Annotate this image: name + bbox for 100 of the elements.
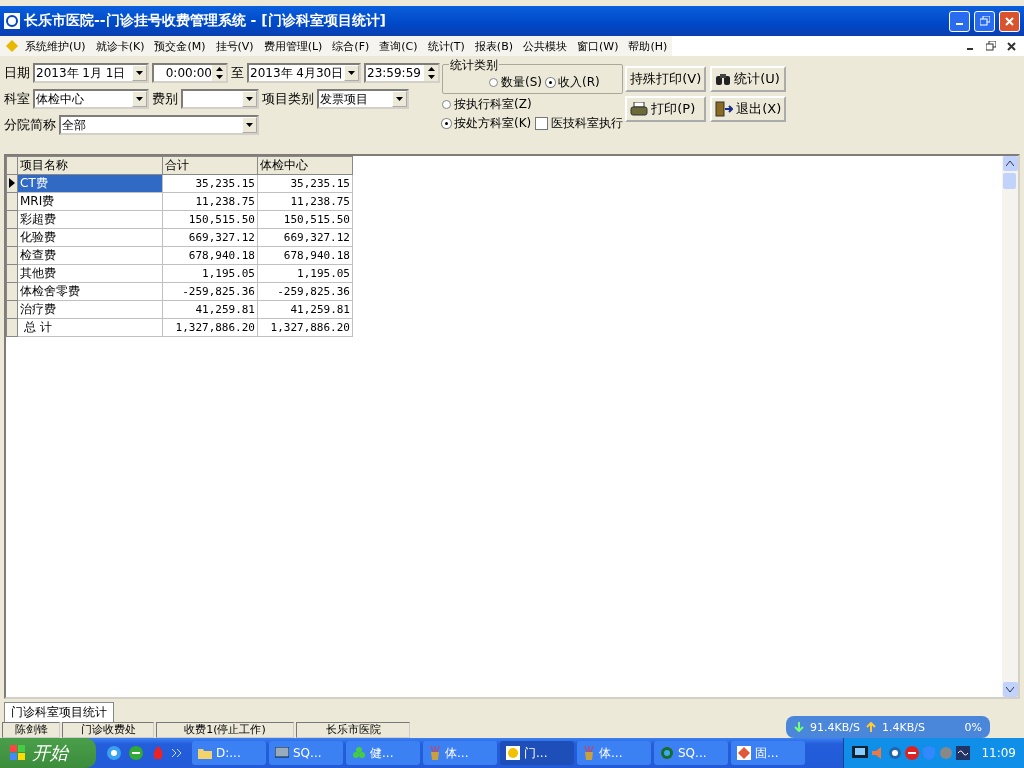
monitor-icon [275,747,289,759]
menu-item[interactable]: 统计(T) [422,38,470,54]
taskbar-button[interactable]: 体... [423,741,497,765]
binoculars-icon [715,72,732,86]
menu-item[interactable]: 查询(C) [374,38,423,54]
scrollbar-thumb[interactable] [1002,173,1016,189]
taskbar-button[interactable]: 健... [346,741,420,765]
gear-icon[interactable] [888,746,903,760]
branch-dropdown[interactable]: 全部 [59,115,259,135]
dropdown-button[interactable] [132,65,147,81]
taskbar-button[interactable]: 体... [577,741,651,765]
caret-icon [246,123,253,127]
caret-icon [136,97,143,101]
branch-label: 分院简称 [4,116,56,134]
restore-button[interactable] [974,10,995,32]
network-icon[interactable] [852,746,869,760]
column-header[interactable]: 体检中心 [257,156,353,175]
caret-icon [396,97,403,101]
app-menu-icon [4,39,20,53]
start-button[interactable]: 开始 [0,738,96,768]
folder-icon [198,747,212,759]
dropdown-button[interactable] [344,65,359,81]
radio-label: 按执行科室(Z) [454,96,532,113]
menu-item[interactable]: 预交金(M) [149,38,211,54]
caret-icon [246,97,253,101]
dropdown-button[interactable] [242,117,257,133]
date-to-field[interactable]: 2013年 4月30日 [247,63,361,83]
menu-item[interactable]: 综合(F) [327,38,375,54]
toolbar-button[interactable]: 持殊打印(V) [625,66,707,92]
dropdown-button[interactable] [242,91,257,107]
menu-item[interactable]: 报表(B) [469,38,518,54]
toolbar-button[interactable]: 退出(X) [710,96,787,122]
status-panel: 陈剑锋 [2,722,60,738]
taskbar-button[interactable]: 固... [731,741,805,765]
down-caret-icon [215,75,223,79]
status-panel: 长乐市医院 [296,722,410,738]
app-icon [506,746,520,760]
time-to-field[interactable]: 23:59:59 [364,63,440,83]
menu-item[interactable]: 帮助(H) [623,38,673,54]
taskbar-button[interactable]: 门... [500,741,574,765]
date-label: 日期 [4,64,30,82]
restore-icon [979,16,990,26]
brush-cup-icon [583,746,595,760]
menu-item[interactable]: 费用管理(L) [258,38,328,54]
down-caret-icon [427,75,435,79]
item-type-dropdown[interactable]: 发票项目 [317,89,409,109]
cpu-usage: 0% [964,720,982,734]
group-title: 统计类别 [449,57,499,74]
radio-button[interactable] [442,100,451,109]
dept-label: 科室 [4,90,30,108]
menu-item[interactable]: 就诊卡(K) [90,38,150,54]
spin-buttons[interactable] [212,65,226,81]
spin-buttons[interactable] [424,65,438,81]
no-entry-icon[interactable] [905,746,920,760]
upload-speed: 1.4KB/S [881,720,925,734]
door-arrow-icon [715,101,734,117]
up-arrow-icon [865,722,876,732]
caret-icon [348,71,355,75]
close-icon [1005,16,1014,26]
column-header[interactable]: 合计 [162,156,258,175]
up-caret-icon [215,67,223,71]
wave-icon[interactable] [956,746,971,760]
radio-label: 按处方科室(K) [454,115,532,132]
clover-icon [352,746,366,760]
status-panel: 门诊收费处 [62,722,154,738]
dropdown-button[interactable] [392,91,407,107]
dropdown-button[interactable] [132,91,147,107]
dept-dropdown[interactable]: 体检中心 [33,89,149,109]
date-from-field[interactable]: 2013年 1月 1日 [33,63,149,83]
vertical-scrollbar[interactable] [1002,156,1018,697]
radio-label: 收入(R) [558,74,600,91]
close-icon [1006,41,1016,51]
menu-item[interactable]: 挂号(V) [210,38,259,54]
taskbar-button[interactable]: SQ... [654,741,728,765]
menu-item[interactable]: 系统维护(U) [20,38,91,54]
menu-item[interactable]: 公共模块 [518,38,572,54]
fee-type-label: 费别 [152,90,178,108]
chevron-icon[interactable] [172,749,182,757]
clock: 11:09 [981,746,1016,760]
windows-logo-icon [10,745,26,761]
column-header[interactable]: 项目名称 [17,156,163,175]
toolbar-button[interactable]: 打印(P) [625,96,707,122]
menu-item[interactable]: 窗口(W) [572,38,624,54]
app-icon [737,746,751,760]
caret-icon [136,71,143,75]
item-type-label: 项目类别 [262,90,314,108]
radio-label: 数量(S) [501,74,542,91]
checkbox-label: 医技科室执行 [551,115,624,132]
close-button[interactable] [999,10,1020,32]
checkbox[interactable] [535,117,549,130]
time-from-field[interactable]: 0:00:00 [152,63,228,83]
to-label: 至 [231,64,244,82]
minimize-button[interactable] [949,10,970,32]
radio-button[interactable] [489,78,498,87]
toolbar-button[interactable]: 统计(U) [710,66,787,92]
taskbar-button[interactable]: D:... [192,741,266,765]
tab[interactable]: 门诊科室项目统计 [4,702,114,722]
taskbar-button[interactable]: SQ... [269,741,343,765]
brush-cup-icon [429,746,441,760]
fee-type-dropdown[interactable] [181,89,259,109]
